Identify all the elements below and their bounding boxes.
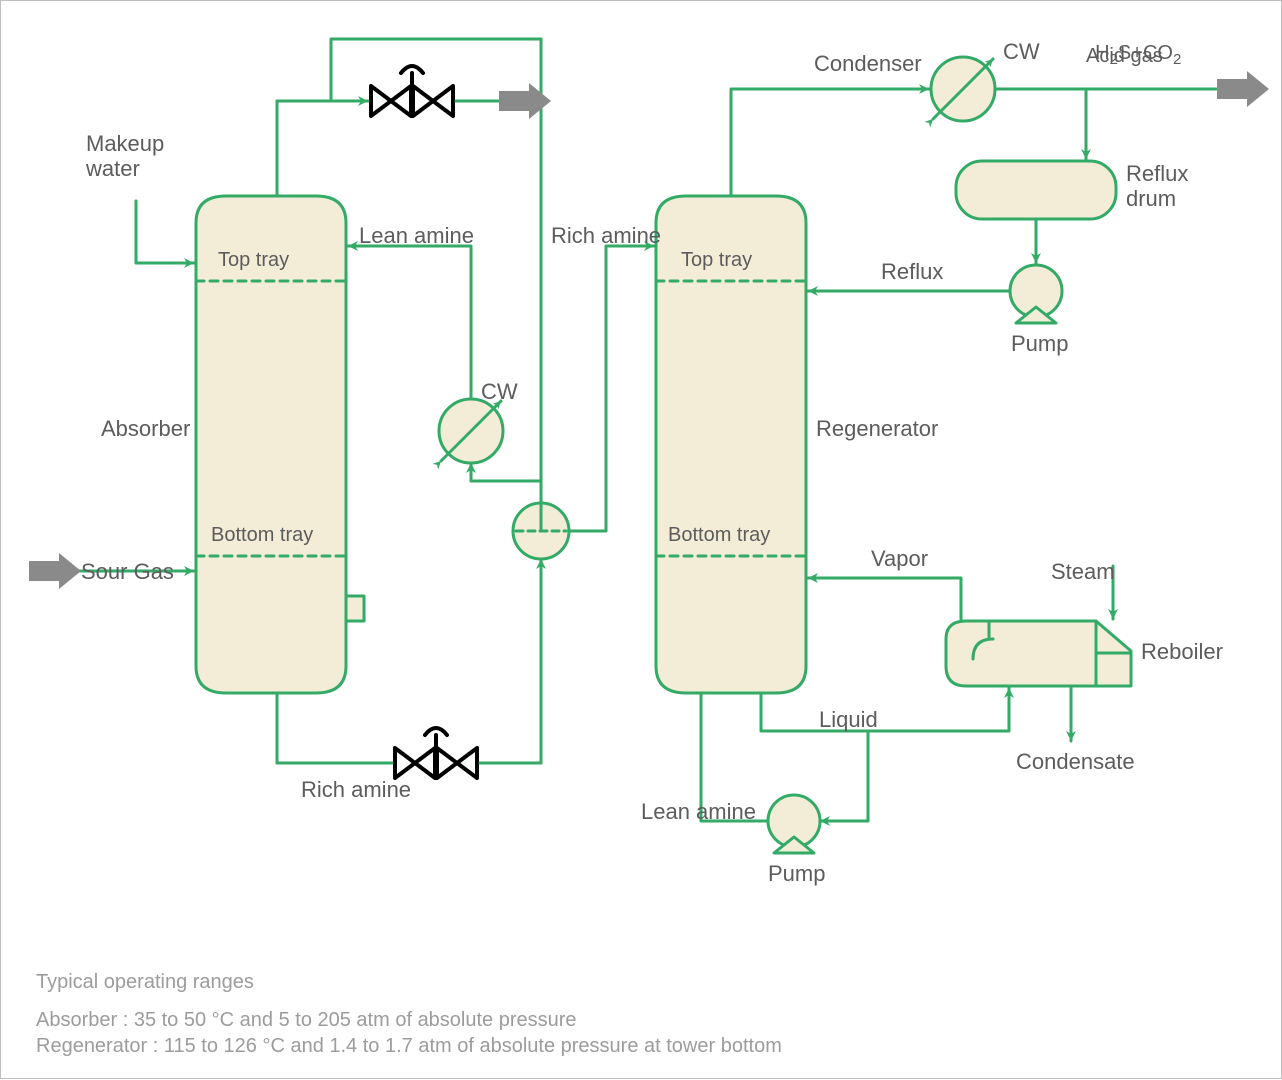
- top-tray-abs-label: Top tray: [218, 249, 289, 272]
- reflux-pump-symbol: [1010, 265, 1062, 323]
- cooler-cw-symbol: [439, 399, 503, 463]
- steam-label: Steam: [1051, 559, 1115, 584]
- makeup-water-label: Makeup water: [86, 131, 164, 182]
- cw-cond-label: CW: [1003, 39, 1040, 64]
- liquid-label: Liquid: [819, 707, 878, 732]
- footer-line2: Regenerator : 115 to 126 °C and 1.4 to 1…: [36, 1035, 782, 1058]
- lean-amine-top-label: Lean amine: [359, 223, 474, 248]
- control-valve-bottom: [395, 728, 477, 778]
- diagram-svg: [1, 1, 1282, 1080]
- reflux-drum-label: Reflux drum: [1126, 161, 1188, 212]
- reflux-label: Reflux: [881, 259, 943, 284]
- sour-gas-label: Sour Gas: [81, 559, 174, 584]
- reboiler-symbol: [946, 621, 1131, 686]
- absorber-nozzle: [346, 596, 364, 621]
- footer-title: Typical operating ranges: [36, 971, 254, 994]
- absorber-label: Absorber: [101, 416, 190, 441]
- control-valve-top: [371, 66, 453, 116]
- vapor-line: [808, 578, 961, 621]
- lean-pump-symbol: [768, 795, 820, 853]
- rich-amine-bot-label: Rich amine: [301, 777, 411, 802]
- liquid-line: [761, 688, 1009, 731]
- condenser-symbol: [931, 57, 995, 121]
- top-tray-reg-label: Top tray: [681, 249, 752, 272]
- rich-amine-mid-label: Rich amine: [551, 223, 661, 248]
- pump-lean-label: Pump: [768, 861, 825, 886]
- acid-gas-label: Acid gas: [1086, 45, 1163, 68]
- cw-abs-label: CW: [481, 379, 518, 404]
- pump-reflux-label: Pump: [1011, 331, 1068, 356]
- bottom-tray-abs-label: Bottom tray: [211, 524, 313, 547]
- regenerator-label: Regenerator: [816, 416, 938, 441]
- vapor-label: Vapor: [871, 546, 928, 571]
- condensate-label: Condensate: [1016, 749, 1135, 774]
- lean-amine-bot-label: Lean amine: [641, 799, 756, 824]
- process-flow-diagram: Makeup water Absorber Sour Gas Top tray …: [0, 0, 1282, 1079]
- bottom-tray-reg-label: Bottom tray: [668, 524, 770, 547]
- footer-line1: Absorber : 35 to 50 °C and 5 to 205 atm …: [36, 1009, 577, 1032]
- condenser-label: Condenser: [814, 51, 922, 76]
- reboiler-label: Reboiler: [1141, 639, 1223, 664]
- reflux-drum-symbol: [956, 161, 1116, 219]
